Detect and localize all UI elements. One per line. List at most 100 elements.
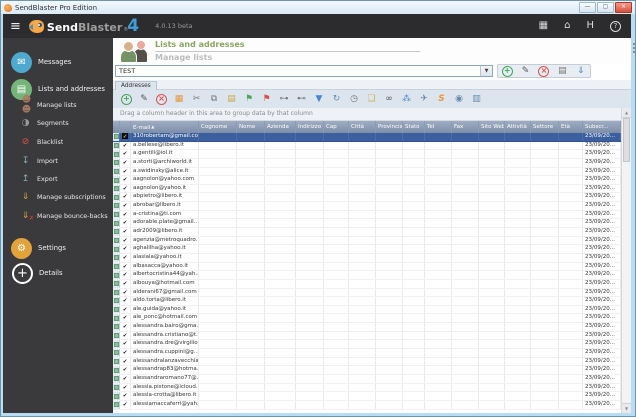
list-selector[interactable]: TEST ▼ — [115, 65, 493, 77]
table-row[interactable]: ✓ 310robertam@gmail.com 23/09/20... — [113, 133, 621, 142]
column-header[interactable]: E-mail▲ — [131, 121, 199, 133]
row-checkbox[interactable]: ✔ — [120, 349, 131, 357]
sync-contacts-button[interactable]: ↻ — [331, 94, 342, 105]
print-button[interactable]: ▤ — [557, 66, 568, 77]
row-checkbox[interactable]: ✔ — [120, 176, 131, 184]
table-row[interactable]: ✔ abrobar@libero.it 23/09/20... — [113, 202, 621, 211]
copy-button[interactable]: ⧉ — [209, 94, 220, 105]
sidebar-item-manage-subscriptions[interactable]: ⇓ Manage subscriptions — [3, 190, 113, 204]
delete-list-button[interactable]: × — [538, 65, 550, 77]
cut-button[interactable]: ✂ — [191, 94, 202, 105]
table-row[interactable]: ✔ alessandrap83@hotma... 23/09/20... — [113, 366, 621, 375]
sidebar-item-messages[interactable]: ✉ Messages — [3, 51, 113, 73]
row-checkbox[interactable]: ✔ — [120, 158, 131, 167]
row-checkbox[interactable]: ✔ — [120, 340, 131, 349]
maximize-button[interactable]: ▢ — [597, 2, 614, 13]
sidebar-item-blacklist[interactable]: ⊘ Blacklist — [3, 135, 113, 149]
row-checkbox[interactable]: ✔ — [120, 262, 131, 271]
table-row[interactable]: ✔ adr2009@libero.it 23/09/20... — [113, 228, 621, 237]
row-checkbox[interactable]: ✔ — [120, 193, 131, 202]
edit-list-button[interactable]: ✎ — [520, 66, 531, 77]
column-header[interactable]: Azienda — [265, 121, 296, 133]
share-network-button[interactable]: ⁂ — [401, 94, 412, 105]
filter-button[interactable]: ▼ — [314, 94, 325, 105]
table-scrollbar[interactable]: ▲ ▼ — [621, 108, 631, 413]
contact-history-button[interactable]: ◷ — [349, 94, 360, 105]
calendar-icon[interactable]: ▦ — [539, 21, 548, 31]
table-row[interactable]: ✔ alessandra.cristiano@t... 23/09/20... — [113, 331, 621, 341]
row-checkbox[interactable]: ✔ — [120, 167, 131, 176]
column-header[interactable]: Sito Web — [479, 121, 505, 133]
row-checkbox[interactable]: ✓ — [120, 133, 131, 141]
row-checkbox[interactable]: ✔ — [120, 184, 131, 193]
column-header[interactable]: Cognome — [199, 121, 237, 133]
row-checkbox[interactable]: ✔ — [120, 210, 131, 219]
row-checkbox[interactable]: ✔ — [120, 141, 131, 150]
scroll-up-icon[interactable]: ▲ — [622, 108, 631, 118]
help-icon[interactable]: ? — [610, 20, 621, 32]
table-row[interactable]: ✔ alessandra.cuppini@g... 23/09/20... — [113, 349, 621, 358]
table-row[interactable]: ✔ aghalilha@yahoo.it 23/09/20... — [113, 245, 621, 254]
table-row[interactable]: ✔ alessia-crotta@libero.it 23/09/20... — [113, 392, 621, 401]
table-row[interactable]: ✔ a.storti@archiworld.it 23/09/20... — [113, 158, 621, 168]
table-row[interactable]: ✔ aagnolon@yahoo.com 23/09/20... — [113, 176, 621, 185]
row-checkbox[interactable]: ✔ — [120, 366, 131, 374]
column-header[interactable]: Attività — [505, 121, 531, 133]
table-row[interactable]: ✔ albouya@hotmail.com 23/09/20... — [113, 279, 621, 289]
row-checkbox[interactable]: ✔ — [120, 305, 131, 314]
row-checkbox[interactable]: ✔ — [120, 279, 131, 288]
delete-contact-button[interactable]: × — [156, 93, 167, 105]
menu-icon[interactable]: ≡ — [10, 20, 21, 33]
row-checkbox[interactable]: ✔ — [120, 357, 131, 366]
sidebar-item-segments[interactable]: ◑ Segments — [3, 116, 113, 130]
flash-button[interactable]: S — [436, 94, 447, 105]
red-flag-button[interactable]: ⚑ — [261, 94, 272, 105]
export-grid-button[interactable]: ⇓ — [575, 66, 586, 77]
table-row[interactable]: ✔ aldo.torta@libero.it 23/09/20... — [113, 297, 621, 306]
green-flag-button[interactable]: ⚑ — [244, 94, 255, 105]
table-row[interactable]: ✔ albertocristina44@yah... 23/09/20... — [113, 271, 621, 280]
column-header[interactable]: Cap — [324, 121, 349, 133]
notes-button[interactable]: ❏ — [366, 94, 377, 105]
table-row[interactable]: ✔ a.gentili@iol.it 23/09/20... — [113, 150, 621, 159]
row-checkbox[interactable]: ✔ — [120, 253, 131, 262]
column-header[interactable]: Provincia — [376, 121, 403, 133]
group-by-bar[interactable]: Drag a column header in this area to gro… — [113, 108, 621, 121]
column-header[interactable]: Fax — [452, 121, 479, 133]
find-button[interactable]: ∞ — [384, 94, 395, 105]
sidebar-item-details[interactable]: + Details — [3, 262, 113, 284]
table-row[interactable]: ✔ agenzia@metroquadro... 23/09/20... — [113, 236, 621, 246]
table-row[interactable]: ✔ ale_ponc@hotmail.com 23/09/20... — [113, 314, 621, 324]
row-checkbox[interactable]: ✔ — [120, 383, 131, 392]
row-checkbox[interactable]: ✔ — [120, 400, 131, 409]
edit-contact-button[interactable]: ✎ — [139, 94, 150, 105]
table-row[interactable]: ✔ a.bellese@libero.it 23/09/20... — [113, 141, 621, 151]
table-row[interactable]: ✔ albasacca@yahoo.it 23/09/20... — [113, 262, 621, 272]
table-row[interactable]: ✔ alessandra.bairo@gma... 23/09/20... — [113, 323, 621, 332]
sidebar-item-export[interactable]: ↥ Export — [3, 172, 113, 186]
row-checkbox[interactable]: ✔ — [120, 392, 131, 400]
row-checkbox[interactable]: ✔ — [120, 288, 131, 297]
table-row[interactable]: ✔ a.swidinsky@alice.it 23/09/20... — [113, 167, 621, 177]
table-row[interactable]: ✔ alasiala@yahoo.it 23/09/20... — [113, 253, 621, 263]
table-row[interactable]: ✔ alessia.pistone@icloud... 23/09/20... — [113, 383, 621, 393]
column-header[interactable]: Città — [349, 121, 376, 133]
key-in-button[interactable]: ⊷ — [296, 94, 307, 105]
row-checkbox[interactable]: ✔ — [120, 150, 131, 158]
tools-icon[interactable]: H — [586, 21, 594, 31]
close-button[interactable]: × — [615, 2, 632, 13]
table-row[interactable]: ✔ alessiamaccaferri@yah... 23/09/20... — [113, 400, 621, 410]
row-checkbox[interactable]: ✔ — [120, 202, 131, 210]
sidebar-item-manage-bounce-backs[interactable]: ⇓ ✗ Manage bounce-backs — [3, 209, 113, 223]
table-row[interactable]: ✔ ale.guida@yahoo.it 23/09/20... — [113, 305, 621, 315]
table-row[interactable]: ✔ alessandraromano77@... 23/09/20... — [113, 374, 621, 384]
row-checkbox[interactable]: ✔ — [120, 374, 131, 383]
row-checkbox[interactable]: ✔ — [120, 314, 131, 323]
table-row[interactable]: ✔ alessandra.dre@virgilio... 23/09/20... — [113, 340, 621, 350]
key-out-button[interactable]: ⊶ — [279, 94, 290, 105]
panel-grip[interactable] — [633, 43, 635, 45]
preview-eye-button[interactable]: ◉ — [454, 94, 465, 105]
row-checkbox[interactable]: ✔ — [120, 331, 131, 340]
row-checkbox[interactable]: ✔ — [120, 219, 131, 228]
row-checkbox[interactable]: ✔ — [120, 245, 131, 253]
